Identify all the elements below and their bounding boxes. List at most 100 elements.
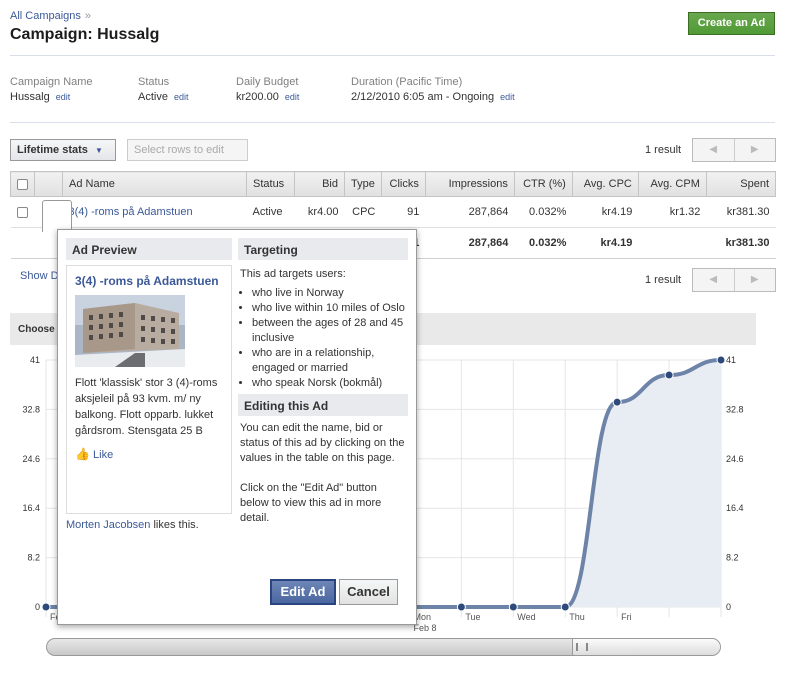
column-header-ad-name[interactable]: Ad Name xyxy=(62,171,247,197)
next-page-icon[interactable]: ▶ xyxy=(733,139,776,161)
spent-cell: kr381.30 xyxy=(706,196,776,228)
like-link[interactable]: Like xyxy=(93,449,113,461)
edit-budget-link[interactable]: edit xyxy=(285,92,300,102)
likes-line: Morten Jacobsen likes this. xyxy=(66,518,232,533)
ad-title[interactable]: 3(4) -roms på Adamstuen xyxy=(75,274,223,289)
data-point xyxy=(612,397,622,407)
result-count: 1 result xyxy=(645,144,682,156)
campaign-name-value: Hussalg edit xyxy=(10,91,70,103)
x-tick-label: Tue xyxy=(465,612,480,622)
table-header-row: Ad Name Status Bid Type Clicks Impressio… xyxy=(10,171,777,197)
y-tick-label-right: 16.4 xyxy=(726,503,744,513)
row-checkbox-cell xyxy=(10,196,35,228)
daily-budget-value: kr200.00 edit xyxy=(236,91,299,103)
y-tick-label-right: 0 xyxy=(726,602,731,612)
page-title: Campaign: Hussalg xyxy=(10,26,160,43)
column-header-bid[interactable]: Bid xyxy=(294,171,345,197)
editing-text-1: You can edit the name, bid or status of … xyxy=(240,422,405,464)
duration-text: 2/12/2010 6:05 am - Ongoing xyxy=(351,91,495,103)
cpm-cell: kr1.32 xyxy=(638,196,707,228)
chevron-down-icon: ▼ xyxy=(94,146,103,155)
duration-label: Duration (Pacific Time) xyxy=(351,76,463,88)
liker-name-link[interactable]: Morten Jacobsen xyxy=(66,519,150,531)
show-deleted-link[interactable]: Show D xyxy=(20,270,59,282)
row-checkbox[interactable] xyxy=(16,206,28,218)
column-header-ctr[interactable]: CTR (%) xyxy=(513,171,573,197)
y-tick-label-left: 41 xyxy=(30,355,40,365)
edit-status-link[interactable]: edit xyxy=(174,92,189,102)
impressions-cell: 287,864 xyxy=(425,196,515,228)
pager: ◀ ▶ xyxy=(692,138,776,162)
x-tick-label: Fri xyxy=(621,612,632,622)
duration-value: 2/12/2010 6:05 am - Ongoing edit xyxy=(351,91,515,103)
y-tick-label-right: 24.6 xyxy=(726,454,744,464)
cancel-button[interactable]: Cancel xyxy=(339,579,398,605)
total-spent: kr381.30 xyxy=(706,227,776,259)
y-tick-label-left: 0 xyxy=(35,602,40,612)
y-tick-label-right: 32.8 xyxy=(726,404,744,414)
select-all-header xyxy=(10,171,35,197)
ad-name-link[interactable]: 3(4) -roms på Adamstuen xyxy=(69,206,193,218)
data-point xyxy=(508,602,518,612)
lifetime-stats-label: Lifetime stats xyxy=(17,144,88,156)
likes-text: likes this. xyxy=(153,519,199,531)
list-item: who live within 10 miles of Oslo xyxy=(252,301,408,316)
select-all-checkbox[interactable] xyxy=(17,178,28,190)
status-cell[interactable]: Active xyxy=(246,196,295,228)
data-point xyxy=(456,602,466,612)
icon-column-header xyxy=(34,171,63,197)
breadcrumb: All Campaigns» xyxy=(10,10,91,22)
y-tick-label-left: 24.6 xyxy=(22,454,40,464)
data-point xyxy=(41,602,51,612)
ad-preview-header: Ad Preview xyxy=(66,238,232,260)
lifetime-stats-dropdown[interactable]: Lifetime stats ▼ xyxy=(10,139,116,161)
type-cell: CPC xyxy=(344,196,382,228)
total-cpm xyxy=(638,227,707,259)
y-tick-label-left: 16.4 xyxy=(22,503,40,513)
list-item: who speak Norsk (bokmål) xyxy=(252,376,408,391)
like-row: 👍 Like xyxy=(75,447,223,461)
thumbs-up-icon: 👍 xyxy=(75,447,90,461)
data-point xyxy=(560,602,570,612)
create-ad-button[interactable]: Create an Ad xyxy=(688,12,775,35)
column-header-avg-cpm[interactable]: Avg. CPM xyxy=(637,171,707,197)
campaign-name-text: Hussalg xyxy=(10,91,50,103)
targeting-intro: This ad targets users: xyxy=(240,268,346,280)
bid-cell[interactable]: kr4.00 xyxy=(294,196,345,228)
next-page-icon[interactable]: ▶ xyxy=(733,269,776,291)
select-rows-button[interactable]: Select rows to edit xyxy=(127,139,248,161)
column-header-status[interactable]: Status xyxy=(246,171,295,197)
breadcrumb-separator: » xyxy=(84,10,92,22)
status-value: Active edit xyxy=(138,91,188,103)
edit-duration-link[interactable]: edit xyxy=(500,92,515,102)
y-tick-label-right: 41 xyxy=(726,355,736,365)
budget-text: kr200.00 xyxy=(236,91,279,103)
column-header-impressions[interactable]: Impressions xyxy=(424,171,515,197)
x-tick-label: Wed xyxy=(517,612,535,622)
y-tick-label-left: 32.8 xyxy=(22,404,40,414)
divider xyxy=(10,55,775,56)
editing-text-2: Click on the "Edit Ad" button below to v… xyxy=(240,482,382,524)
ad-body-text: Flott 'klassisk' stor 3 (4)-roms aksjele… xyxy=(75,377,218,437)
status-text: Active xyxy=(138,91,168,103)
clicks-cell: 91 xyxy=(381,196,426,228)
all-campaigns-link[interactable]: All Campaigns xyxy=(10,10,81,22)
prev-page-icon[interactable]: ◀ xyxy=(693,139,734,161)
x-tick-label: Thu xyxy=(569,612,585,622)
ad-preview-popup: Ad Preview 3(4) -roms på Adamstuen Flott… xyxy=(57,229,417,625)
chart-scroll-thumb[interactable] xyxy=(572,639,720,655)
divider xyxy=(10,122,775,123)
edit-ad-button[interactable]: Edit Ad xyxy=(270,579,336,605)
column-header-clicks[interactable]: Clicks xyxy=(380,171,426,197)
column-header-spent[interactable]: Spent xyxy=(705,171,777,197)
column-header-avg-cpc[interactable]: Avg. CPC xyxy=(571,171,639,197)
pager-bottom: ◀ ▶ xyxy=(692,268,776,292)
prev-page-icon[interactable]: ◀ xyxy=(693,269,734,291)
daily-budget-label: Daily Budget xyxy=(236,76,299,88)
edit-name-link[interactable]: edit xyxy=(56,92,71,102)
total-cpc: kr4.19 xyxy=(572,227,639,259)
list-item: who live in Norway xyxy=(252,286,408,301)
cpc-cell: kr4.19 xyxy=(572,196,639,228)
column-header-type[interactable]: Type xyxy=(344,171,382,197)
ad-card: 3(4) -roms på Adamstuen Flott 'klassisk'… xyxy=(66,265,232,514)
